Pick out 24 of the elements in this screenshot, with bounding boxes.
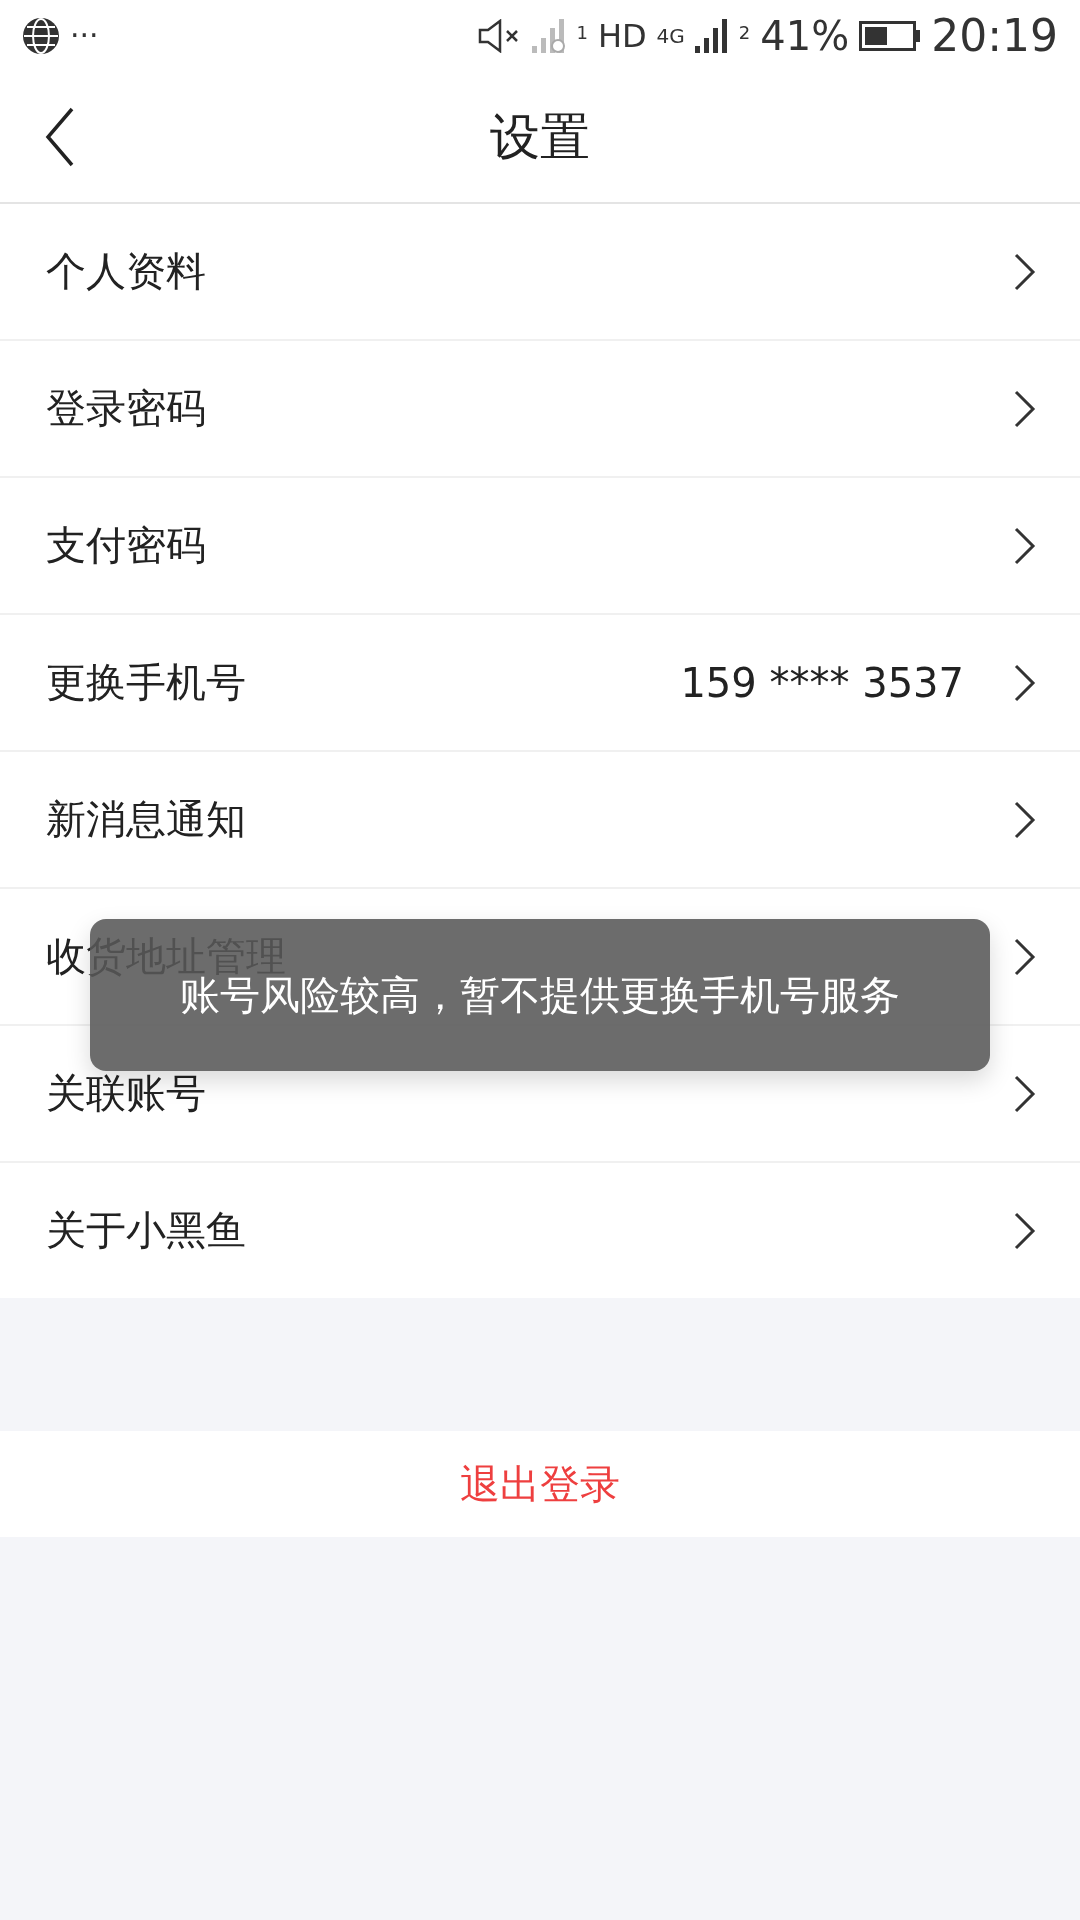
item-label: 关联账号 bbox=[46, 1069, 207, 1118]
item-label: 支付密码 bbox=[46, 521, 207, 570]
more-text: ··· bbox=[70, 21, 99, 51]
sim-number: 2 bbox=[738, 24, 751, 42]
battery-percent: 41% bbox=[760, 16, 850, 56]
item-label: 关于小黑鱼 bbox=[46, 1206, 247, 1255]
settings-item[interactable]: 支付密码 bbox=[0, 478, 1080, 615]
settings-item[interactable]: 更换手机号 159 **** 3537 bbox=[0, 615, 1080, 752]
item-label: 新消息通知 bbox=[46, 795, 247, 844]
settings-item[interactable]: 关于小黑鱼 bbox=[0, 1163, 1080, 1298]
logout-button[interactable]: 退出登录 bbox=[0, 1431, 1080, 1537]
toast-message: 账号风险较高，暂不提供更换手机号服务 bbox=[180, 971, 900, 1020]
hd-text: HD bbox=[597, 20, 647, 52]
settings-item[interactable]: 登录密码 bbox=[0, 341, 1080, 478]
sim-number: 1 bbox=[576, 24, 588, 42]
item-label: 更换手机号 bbox=[46, 658, 247, 707]
settings-item[interactable]: 个人资料 bbox=[0, 204, 1080, 341]
clock: 20:19 bbox=[931, 14, 1058, 58]
network-type: 4G bbox=[656, 26, 685, 46]
item-label: 登录密码 bbox=[46, 384, 207, 433]
settings-item[interactable]: 新消息通知 bbox=[0, 752, 1080, 889]
phone-number: 159 **** 3537 bbox=[680, 659, 964, 706]
item-label: 个人资料 bbox=[46, 247, 207, 296]
page-title: 设置 bbox=[490, 106, 590, 168]
